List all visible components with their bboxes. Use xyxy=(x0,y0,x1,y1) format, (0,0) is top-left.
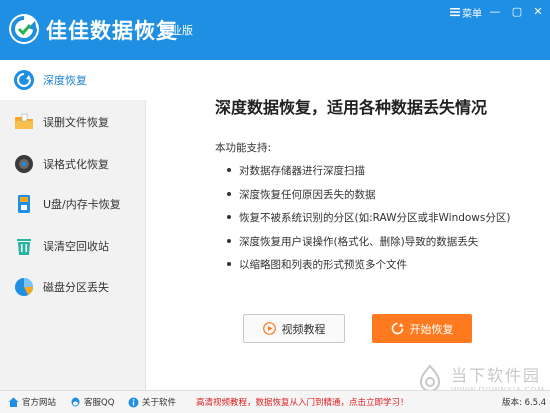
sidebar-item-deep-recovery[interactable]: 深度恢复 xyxy=(0,60,147,100)
recycle-bin-icon xyxy=(17,239,31,255)
support-qq-link[interactable]: 客服QQ xyxy=(70,395,114,409)
qq-icon xyxy=(71,397,80,406)
menu-label: 菜单 xyxy=(462,8,482,20)
list-item: 恢复不被系统识别的分区(如:RAW分区或非Windows分区) xyxy=(225,210,510,234)
list-item: 以缩略图和列表的形式预览多个文件 xyxy=(225,257,510,281)
app-logo-icon xyxy=(9,14,39,44)
app-title: 佳佳数据恢复 xyxy=(46,19,178,43)
sidebar-item-label: 误清空回收站 xyxy=(43,240,109,253)
sidebar: 深度恢复 误删文件恢复 误格式化恢复 U盘/内存卡恢复 误清空回收站 磁盘分区丢… xyxy=(0,60,147,390)
feature-list: 对数据存储器进行深度扫描 深度恢复任何原因丢失的数据 恢复不被系统识别的分区(如… xyxy=(225,163,510,281)
list-item: 对数据存储器进行深度扫描 xyxy=(225,163,510,187)
list-item: 深度恢复用户误操作(格式化、删除)导致的数据丢失 xyxy=(225,234,510,258)
official-site-link[interactable]: 官方网站 xyxy=(8,395,56,409)
status-bar: 官方网站 客服QQ 关于软件 高清视频教程，数据恢复从入门到精通，点击立即学习！… xyxy=(0,390,550,413)
refresh-icon xyxy=(391,322,403,335)
usb-drive-icon xyxy=(18,195,30,213)
sidebar-item-partition-lost[interactable]: 磁盘分区丢失 xyxy=(0,267,146,307)
support-label: 本功能支持: xyxy=(215,142,272,154)
watermark-logo-icon xyxy=(419,363,441,392)
sidebar-item-label: 深度恢复 xyxy=(43,74,87,87)
watermark-title: 当下软件园 xyxy=(451,366,542,385)
support-qq-label: 客服QQ xyxy=(84,398,115,408)
sidebar-item-label: 磁盘分区丢失 xyxy=(43,281,109,294)
pie-chart-icon xyxy=(15,278,33,296)
menu-button[interactable]: 菜单 xyxy=(446,4,486,20)
version-label: 版本: 6.5.4 xyxy=(502,398,547,408)
about-link[interactable]: 关于软件 xyxy=(128,395,176,409)
title-bar: 佳佳数据恢复 专业版 菜单 — ▢ ✕ xyxy=(0,0,550,60)
maximize-button[interactable]: ▢ xyxy=(508,3,526,19)
refresh-icon xyxy=(14,70,34,90)
start-recovery-button[interactable]: 开始恢复 xyxy=(372,314,472,343)
video-tutorial-label: 视频教程 xyxy=(281,322,326,336)
menu-icon xyxy=(450,8,460,17)
sidebar-item-format-recovery[interactable]: 误格式化恢复 xyxy=(0,144,146,184)
close-button[interactable]: ✕ xyxy=(529,3,547,19)
video-tutorial-button[interactable]: 视频教程 xyxy=(243,314,345,343)
start-recovery-label: 开始恢复 xyxy=(409,322,454,336)
about-label: 关于软件 xyxy=(142,398,177,408)
minimize-button[interactable]: — xyxy=(486,3,504,19)
main-panel: 深度数据恢复，适用各种数据丢失情况 本功能支持: 对数据存储器进行深度扫描 深度… xyxy=(147,60,550,395)
edition-badge: 专业版 xyxy=(160,24,193,37)
home-icon xyxy=(8,397,19,407)
list-item: 深度恢复任何原因丢失的数据 xyxy=(225,187,510,211)
sidebar-item-label: 误删文件恢复 xyxy=(43,116,109,129)
official-site-label: 官方网站 xyxy=(22,398,57,408)
sidebar-item-usb-recovery[interactable]: U盘/内存卡恢复 xyxy=(0,184,146,224)
play-icon xyxy=(262,322,276,335)
folder-icon xyxy=(15,113,33,129)
info-icon xyxy=(128,397,139,407)
sidebar-item-label: 误格式化恢复 xyxy=(43,158,109,171)
sidebar-item-recycle-bin[interactable]: 误清空回收站 xyxy=(0,226,146,266)
disk-icon xyxy=(15,155,33,173)
sidebar-item-deleted-files[interactable]: 误删文件恢复 xyxy=(0,102,146,142)
page-title: 深度数据恢复，适用各种数据丢失情况 xyxy=(215,98,488,117)
sidebar-item-label: U盘/内存卡恢复 xyxy=(43,198,121,211)
promo-link[interactable]: 高清视频教程，数据恢复从入门到精通，点击立即学习！ xyxy=(196,396,409,408)
